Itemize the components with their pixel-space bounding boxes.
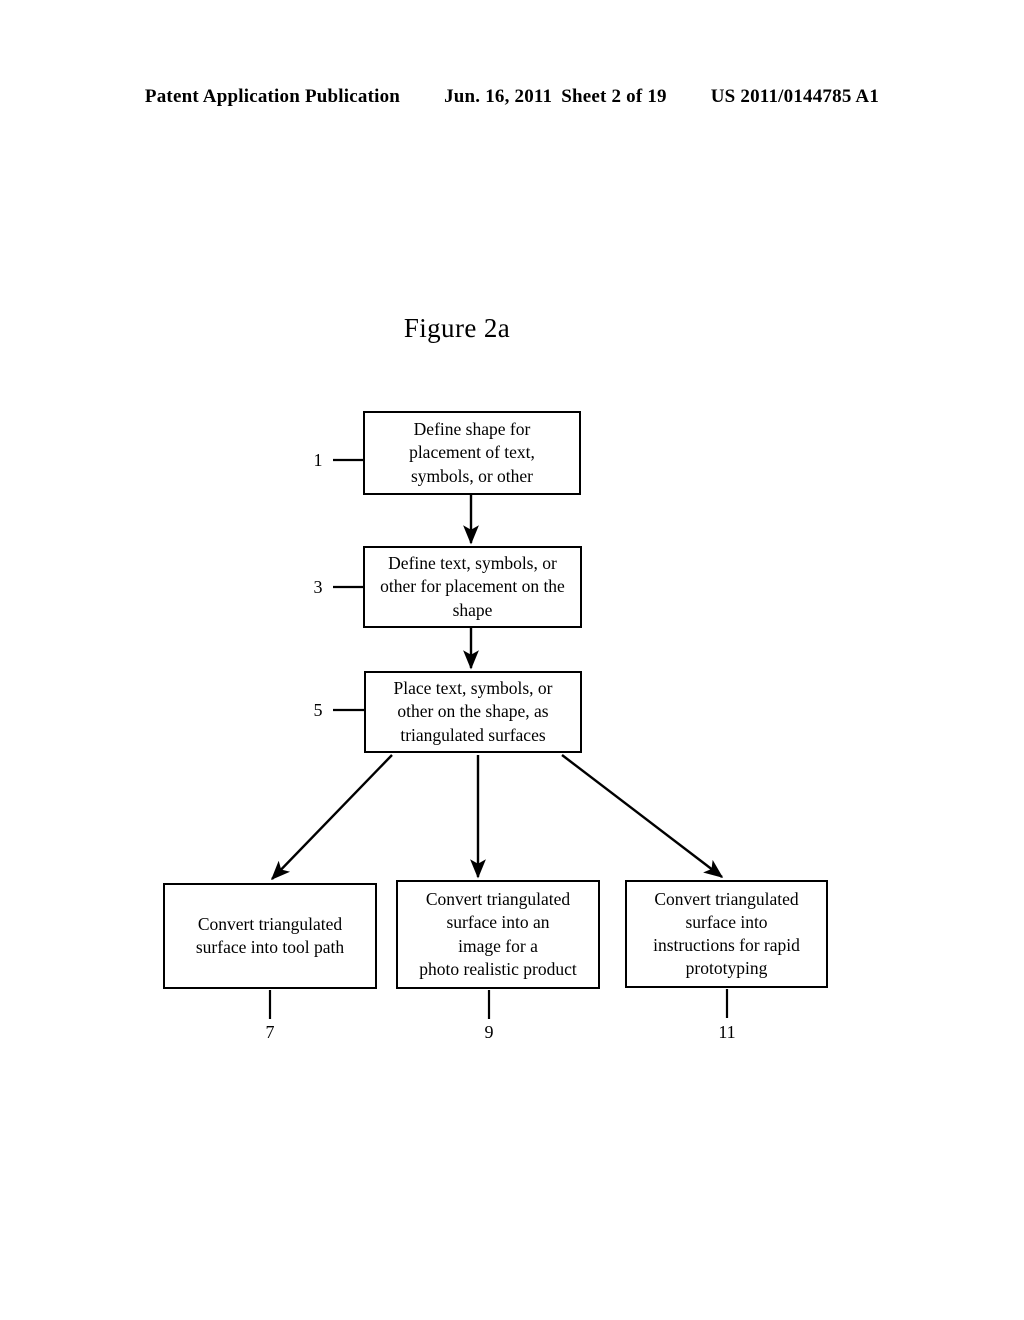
flowchart-box-convert-rapid-prototype: Convert triangulated surface into instru… [625,880,828,988]
reference-numeral-9: 9 [484,1022,494,1042]
reference-numeral-5: 5 [313,700,323,720]
reference-numeral-7: 7 [265,1022,275,1042]
flowchart-box-convert-tool-path: Convert triangulated surface into tool p… [163,883,377,989]
flowchart-connectors [268,458,729,1019]
reference-numeral-11: 11 [718,1022,736,1042]
flowchart-box-define-text: Define text, symbols, or other for place… [363,546,582,628]
flowchart-box-place-text: Place text, symbols, or other on the sha… [364,671,582,753]
arrow-box5-to-box11 [561,754,724,878]
arrow-box5-to-box7 [270,754,393,881]
flowchart-box-convert-photo-image: Convert triangulated surface into an ima… [396,880,600,989]
flowchart-box-define-shape: Define shape for placement of text, symb… [363,411,581,495]
reference-numeral-3: 3 [313,577,323,597]
reference-numeral-1: 1 [313,450,323,470]
